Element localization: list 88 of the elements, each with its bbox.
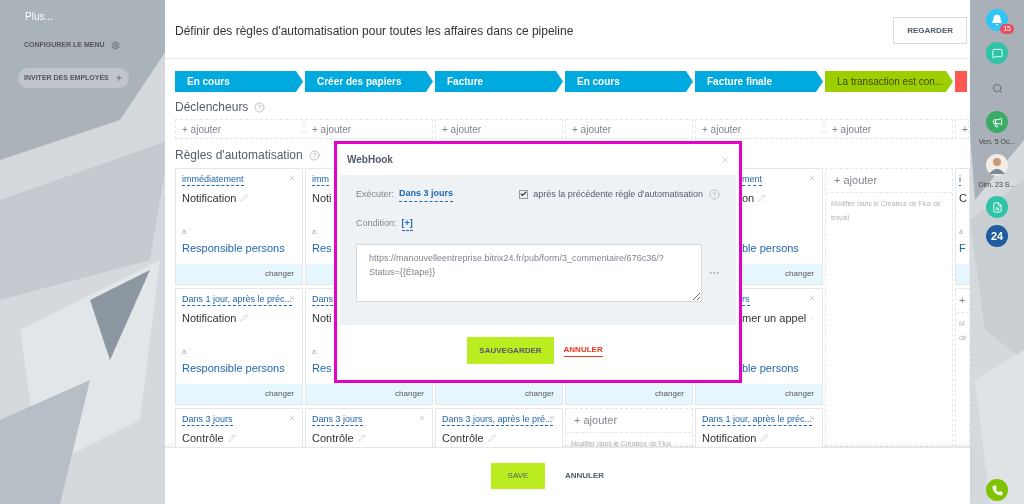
remove-icon[interactable] — [288, 414, 296, 422]
phone-icon — [991, 484, 1003, 496]
card-footer — [956, 264, 969, 284]
section-title: Règles d'automatisation — [175, 147, 303, 164]
change-link[interactable]: changer — [655, 388, 684, 400]
checkbox-label: après la précédente règle d'automatisation — [533, 187, 703, 201]
delay-link[interactable]: Dans 3 jours, après le pré... — [442, 414, 553, 426]
plus-icon — [114, 73, 123, 82]
delay-link[interactable]: imm — [312, 174, 329, 186]
dialog-title: WebHook — [347, 153, 393, 167]
recipient-link[interactable]: ble persons — [742, 239, 799, 256]
pencil-icon[interactable] — [760, 434, 769, 443]
settings-icon — [110, 40, 120, 50]
avatar-icon[interactable] — [986, 153, 1008, 176]
delay-link[interactable]: i — [959, 174, 961, 186]
save-button[interactable]: SAVE — [490, 463, 545, 489]
change-link[interactable]: changer — [265, 388, 294, 400]
bell-icon — [991, 14, 1003, 26]
add-trigger-button[interactable]: + — [955, 119, 969, 139]
add-trigger-button[interactable]: + ajouter — [695, 119, 823, 139]
delay-link[interactable]: Dans — [312, 294, 333, 306]
add-trigger-button[interactable]: + ajouter — [565, 119, 693, 139]
delay-link[interactable]: Dans 3 jours — [312, 414, 363, 426]
rule-title: Notification — [702, 431, 757, 446]
help-icon[interactable] — [709, 188, 720, 200]
recipient-link[interactable]: Res — [312, 239, 332, 256]
url-field[interactable]: https://manouvelleentreprise.bitrix24.fr/pub/form/3_commentaire/676c36/?Status={{Étape}} — [356, 244, 703, 302]
pencil-icon[interactable] — [240, 194, 249, 203]
save-button[interactable]: SAUVEGARDER — [467, 337, 554, 364]
after-previous-checkbox[interactable] — [519, 189, 529, 199]
cancel-button[interactable]: ANNULER — [564, 470, 605, 482]
add-rule-link[interactable]: + ajouter — [566, 409, 692, 433]
recipient-link[interactable]: ble persons — [742, 359, 799, 376]
help-icon[interactable] — [308, 149, 320, 161]
recipient-link[interactable]: Res — [312, 359, 332, 376]
delay-link[interactable]: immédiatement — [182, 174, 244, 186]
add-rule-link[interactable]: + — [956, 289, 969, 313]
remove-icon[interactable] — [288, 174, 296, 182]
delay-link[interactable]: Dans 3 jours — [182, 414, 233, 426]
pencil-icon[interactable] — [240, 314, 249, 323]
change-link[interactable]: changer — [395, 388, 424, 400]
recipient-link[interactable]: Responsible persons — [182, 359, 285, 376]
add-rule-link[interactable]: + ajouter — [826, 169, 952, 193]
delay-link[interactable]: Dans 1 jour, après le préc... — [182, 294, 293, 306]
recipient-link[interactable]: Responsible persons — [182, 239, 285, 256]
add-trigger-button[interactable]: + ajouter — [825, 119, 953, 139]
rule-title: on — [742, 191, 755, 206]
page-title: Définir des règles d'automatisation pour toutes les affaires dans ce pipeline — [175, 22, 574, 40]
pipeline-stage[interactable]: La transaction est con... — [825, 71, 953, 92]
pencil-icon[interactable] — [487, 434, 496, 443]
rule-title: Noti — [312, 311, 332, 326]
rule-title: C — [959, 191, 967, 206]
pencil-icon[interactable] — [357, 434, 366, 443]
cancel-button[interactable]: ANNULER — [563, 344, 603, 357]
condition-label: Condition: — [356, 217, 397, 230]
document-search-icon — [991, 201, 1003, 213]
add-trigger-button[interactable]: + ajouter — [435, 119, 563, 139]
execute-label: Exécuter: — [356, 187, 395, 201]
rule-title: Notification — [182, 191, 237, 206]
view-button[interactable]: REGARDER — [893, 17, 967, 44]
rule-title: Contrôle — [182, 431, 224, 446]
rule-title: Contrôle — [312, 431, 354, 446]
change-link[interactable]: changer — [265, 268, 294, 280]
delay-link[interactable]: Dans 1 jour, après le préc... — [702, 414, 813, 426]
help-icon[interactable] — [254, 101, 266, 113]
change-link[interactable]: changer — [785, 388, 814, 400]
rule-title: Notification — [182, 311, 237, 326]
megaphone-icon — [991, 116, 1003, 128]
change-link[interactable]: changer — [785, 268, 814, 280]
pencil-icon[interactable] — [758, 194, 767, 203]
remove-icon[interactable] — [808, 294, 816, 302]
rule-title: Noti — [312, 191, 332, 206]
add-trigger-button[interactable]: + ajouter — [305, 119, 433, 139]
pencil-icon[interactable] — [227, 434, 236, 443]
remove-icon[interactable] — [808, 174, 816, 182]
add-trigger-button[interactable]: + ajouter — [175, 119, 303, 139]
pipeline-stage[interactable] — [955, 71, 967, 92]
change-link[interactable]: changer — [525, 388, 554, 400]
recipient-link[interactable]: F — [959, 239, 966, 256]
close-icon[interactable] — [721, 155, 729, 164]
rule-title: mer un appel — [742, 311, 807, 326]
remove-icon[interactable] — [418, 414, 426, 422]
add-condition-link[interactable]: [+] — [401, 216, 413, 231]
search-icon[interactable] — [991, 83, 1003, 94]
section-title: Déclencheurs — [175, 99, 249, 116]
rule-title: Contrôle — [442, 431, 484, 446]
chat-icon — [991, 47, 1003, 59]
execute-value-link[interactable]: Dans 3 jours — [399, 187, 454, 202]
